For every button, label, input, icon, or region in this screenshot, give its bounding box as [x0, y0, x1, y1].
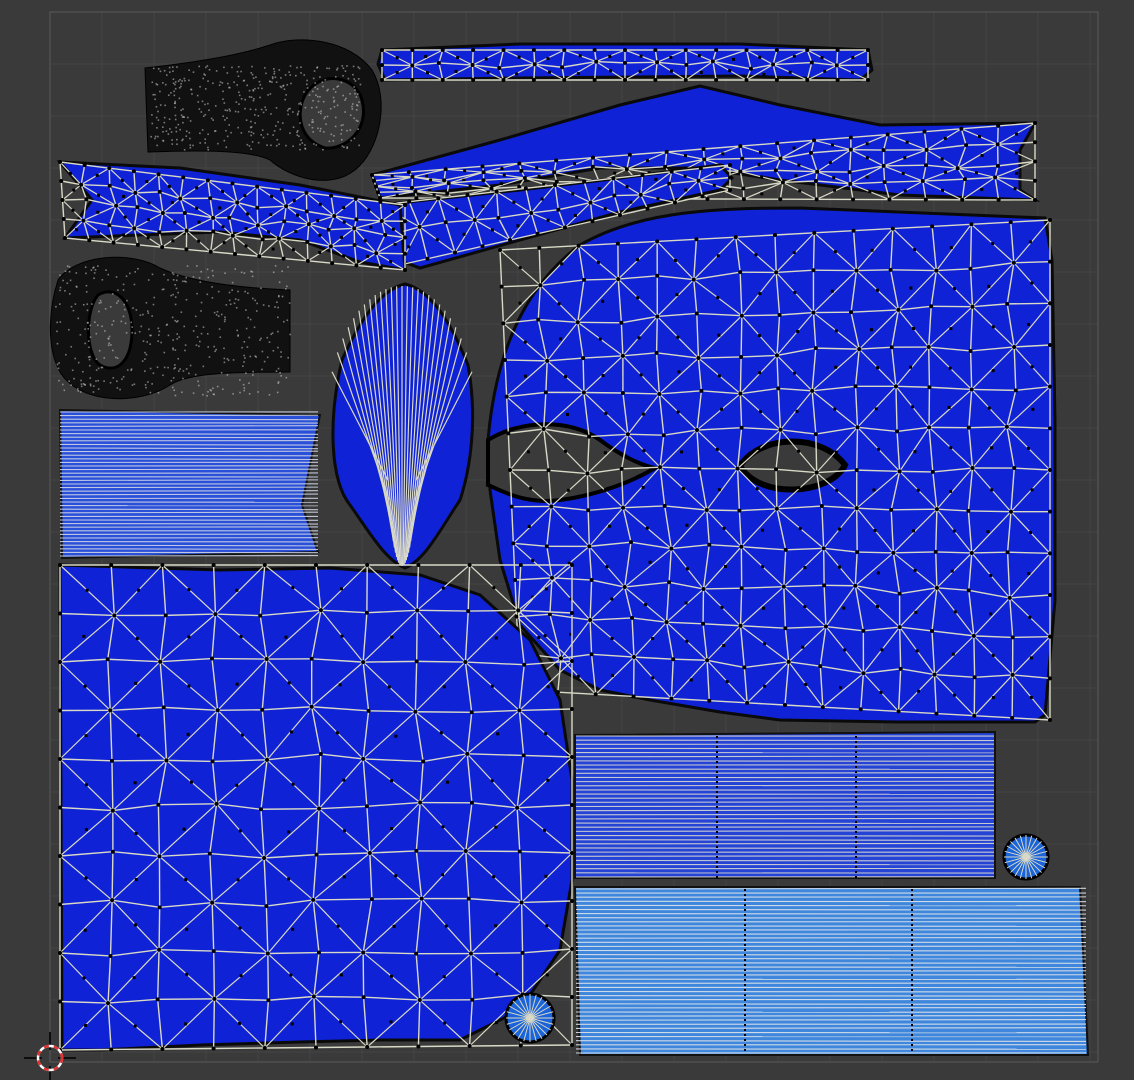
uv-canvas[interactable] [0, 0, 1134, 1080]
uv-editor-viewport[interactable] [0, 0, 1134, 1080]
island-head-large[interactable] [486, 206, 1057, 724]
island-fan-lines-left[interactable] [58, 408, 322, 560]
island-rect-lines-mid[interactable] [574, 730, 996, 879]
island-ring-top-left[interactable] [144, 39, 382, 181]
island-arm-left[interactable] [56, 160, 407, 272]
island-disc-small-bottom[interactable] [504, 992, 556, 1044]
island-body-large[interactable] [58, 563, 574, 1052]
island-lens-center[interactable] [331, 282, 475, 570]
island-ring-mid-left[interactable] [49, 256, 292, 400]
island-disc-small-right[interactable] [1002, 833, 1050, 881]
island-strip-top[interactable] [376, 42, 874, 82]
island-rect-lines-bottom[interactable] [573, 886, 1090, 1056]
